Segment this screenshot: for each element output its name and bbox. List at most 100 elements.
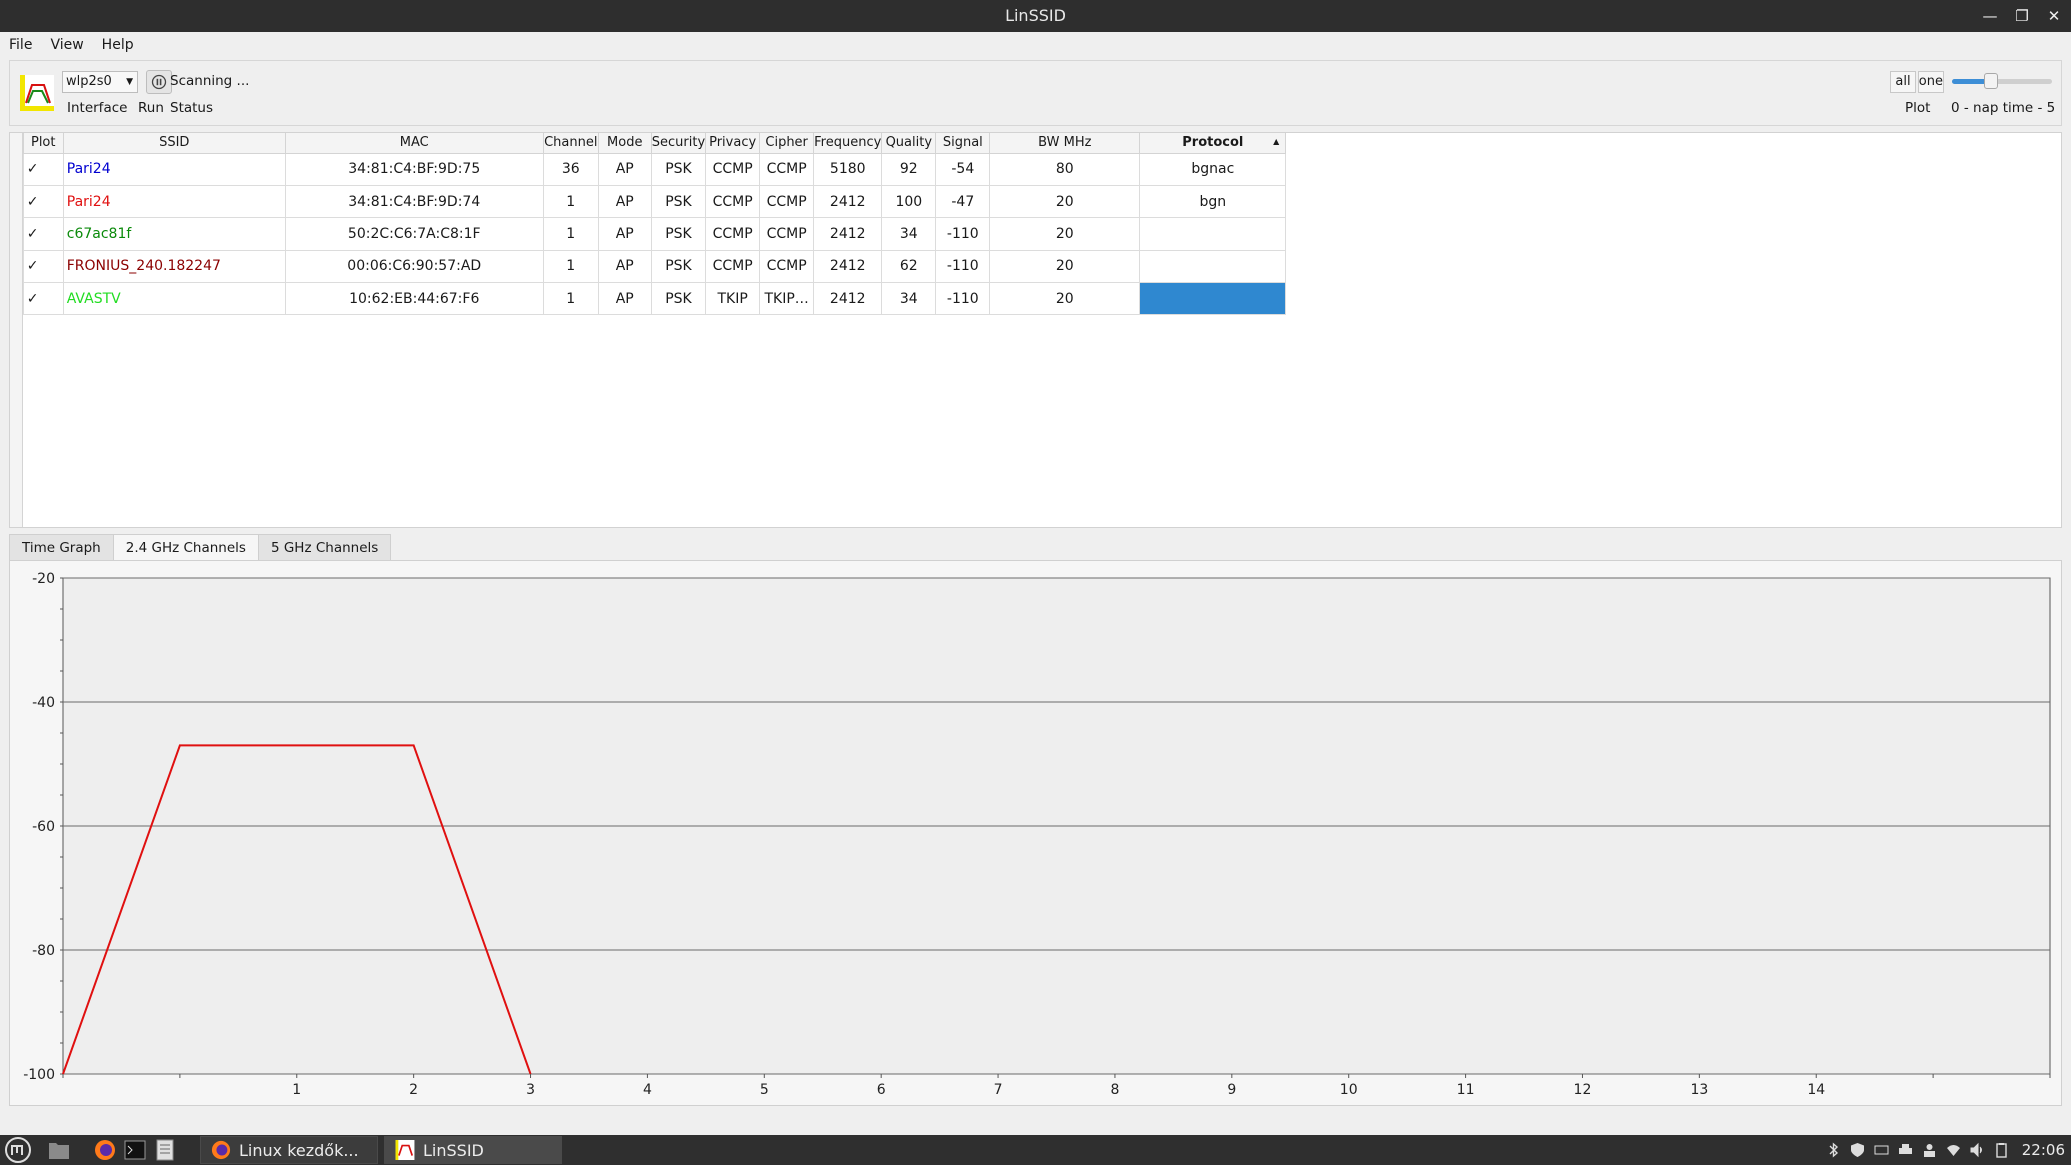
bluetooth-icon[interactable]: [1826, 1142, 1841, 1158]
run-label: Run: [138, 100, 164, 116]
interface-value: wlp2s0: [66, 74, 112, 89]
status-label: Status: [170, 100, 214, 116]
x-tick-label: 11: [1457, 1082, 1475, 1098]
interface-select[interactable]: wlp2s0 ▼: [62, 71, 138, 93]
signal-cell: -110: [935, 282, 991, 316]
networks-table: Plot SSID MAC Channel Mode Security Privacy Cip…: [10, 133, 1287, 316]
column-header-frequency[interactable]: Frequency: [813, 133, 883, 154]
maximize-icon[interactable]: ❐: [2013, 7, 2031, 25]
nap-time-label: 0 - nap time - 5: [1951, 100, 2056, 116]
column-header-mode[interactable]: Mode: [598, 133, 652, 154]
x-tick-label: 12: [1574, 1082, 1592, 1098]
table-row[interactable]: 1✓Pari2434:81:C4:BF:9D:7536APPSKCCMPCCMP…: [10, 153, 1287, 186]
security-cell: PSK: [651, 282, 707, 316]
column-header-cipher[interactable]: Cipher: [759, 133, 815, 154]
x-tick-label: 6: [877, 1082, 886, 1098]
privacy-cell: CCMP: [705, 153, 761, 186]
privacy-cell: CCMP: [705, 250, 761, 284]
table-row[interactable]: 4✓FRONIUS_240.18224700:06:C6:90:57:AD1AP…: [10, 250, 1287, 284]
column-header-plot[interactable]: Plot: [23, 133, 64, 154]
taskbar-task-firefox[interactable]: Linux kezdők...: [200, 1136, 378, 1164]
pause-icon: [151, 74, 167, 90]
plot-checkbox[interactable]: ✓: [23, 153, 64, 186]
firefox-icon[interactable]: [94, 1135, 116, 1165]
column-header-signal[interactable]: Signal: [935, 133, 991, 154]
x-tick-label: 10: [1340, 1082, 1358, 1098]
quality-cell: 100: [881, 185, 937, 219]
tab-5-ghz-channels[interactable]: 5 GHz Channels: [257, 534, 392, 560]
plot-all-button[interactable]: all: [1890, 71, 1916, 93]
table-row[interactable]: 5✓AVASTV10:62:EB:44:67:F61APPSKTKIPTKIP……: [10, 282, 1287, 316]
nap-time-slider[interactable]: [1952, 73, 2052, 89]
cipher-cell: TKIP…: [759, 282, 815, 316]
terminal-icon[interactable]: [124, 1135, 146, 1165]
mode-cell: AP: [598, 153, 652, 186]
firefox-icon: [211, 1140, 231, 1160]
minimize-icon[interactable]: —: [1981, 7, 1999, 25]
column-header-ssid[interactable]: SSID: [63, 133, 286, 154]
plot-checkbox[interactable]: ✓: [23, 282, 64, 316]
x-tick-label: 13: [1690, 1082, 1708, 1098]
column-header-security[interactable]: Security: [651, 133, 707, 154]
channel-cell: 1: [543, 250, 599, 284]
cipher-cell: CCMP: [759, 185, 815, 219]
mac-cell: 00:06:C6:90:57:AD: [285, 250, 544, 284]
y-tick-label: -100: [23, 1067, 55, 1083]
x-tick-label: 3: [526, 1082, 535, 1098]
plot-checkbox[interactable]: ✓: [23, 217, 64, 251]
table-row[interactable]: 2✓Pari2434:81:C4:BF:9D:741APPSKCCMPCCMP2…: [10, 185, 1287, 219]
taskbar-task-linssid[interactable]: LinSSID: [384, 1136, 562, 1164]
system-tray: [1826, 1142, 2009, 1158]
column-header-quality[interactable]: Quality: [881, 133, 937, 154]
volume-icon[interactable]: [1970, 1142, 1985, 1158]
files-icon[interactable]: [48, 1135, 70, 1165]
chevron-down-icon: ▼: [126, 77, 133, 87]
security-cell: PSK: [651, 153, 707, 186]
menu-help[interactable]: Help: [102, 37, 134, 53]
start-menu-icon[interactable]: [4, 1135, 32, 1165]
graph-tabs: Time Graph 2.4 GHz Channels 5 GHz Channe…: [9, 534, 392, 561]
security-cell: PSK: [651, 185, 707, 219]
task-label: Linux kezdők...: [239, 1140, 359, 1160]
column-header-mac[interactable]: MAC: [285, 133, 544, 154]
signal-cell: -110: [935, 250, 991, 284]
printer-icon[interactable]: [1898, 1142, 1913, 1158]
run-pause-button[interactable]: [146, 70, 172, 94]
shield-icon[interactable]: [1850, 1142, 1865, 1158]
wifi-icon[interactable]: [1946, 1142, 1961, 1158]
menu-file[interactable]: File: [9, 37, 32, 53]
signal-cell: -110: [935, 217, 991, 251]
sort-ascending-icon: ▲: [1273, 137, 1280, 146]
column-header-channel[interactable]: Channel: [543, 133, 599, 154]
close-icon[interactable]: ✕: [2045, 7, 2063, 25]
signal-cell: -47: [935, 185, 991, 219]
column-header-privacy[interactable]: Privacy: [705, 133, 761, 154]
menu-bar: File View Help: [0, 32, 2071, 58]
plot-checkbox[interactable]: ✓: [23, 185, 64, 219]
network-icon[interactable]: [1874, 1142, 1889, 1158]
battery-icon[interactable]: [1994, 1142, 2009, 1158]
column-header-bw[interactable]: BW MHz: [989, 133, 1141, 154]
ssid-cell: Pari24: [63, 185, 286, 219]
tab-2-4-ghz-channels[interactable]: 2.4 GHz Channels: [112, 534, 259, 561]
task-label: LinSSID: [423, 1140, 484, 1160]
text-editor-icon[interactable]: [156, 1135, 174, 1165]
row-header-gutter: [10, 133, 23, 527]
table-header-row: Plot SSID MAC Channel Mode Security Privacy Cip…: [10, 133, 1287, 154]
linssid-logo-icon: [20, 75, 54, 111]
mac-cell: 50:2C:C6:7A:C8:1F: [285, 217, 544, 251]
channel-graph-panel: -20 -40 -60 -80 -100 1 2 3 4 5 6 7 8 9 10 11 12 13 14: [9, 560, 2062, 1106]
column-header-protocol[interactable]: Protocol ▲: [1139, 133, 1287, 154]
plot-checkbox[interactable]: ✓: [23, 250, 64, 284]
x-tick-label: 7: [994, 1082, 1003, 1098]
plot-none-button[interactable]: none: [1918, 71, 1944, 93]
protocol-cell: [1139, 250, 1287, 284]
channel-cell: 1: [543, 282, 599, 316]
title-bar: LinSSID — ❐ ✕: [0, 0, 2071, 32]
bw-cell: 20: [989, 185, 1141, 219]
menu-view[interactable]: View: [50, 37, 83, 53]
tab-time-graph[interactable]: Time Graph: [9, 534, 114, 560]
user-icon[interactable]: [1922, 1142, 1937, 1158]
table-row[interactable]: 3✓c67ac81f50:2C:C6:7A:C8:1F1APPSKCCMPCCM…: [10, 217, 1287, 251]
slider-handle[interactable]: [1984, 73, 1998, 89]
